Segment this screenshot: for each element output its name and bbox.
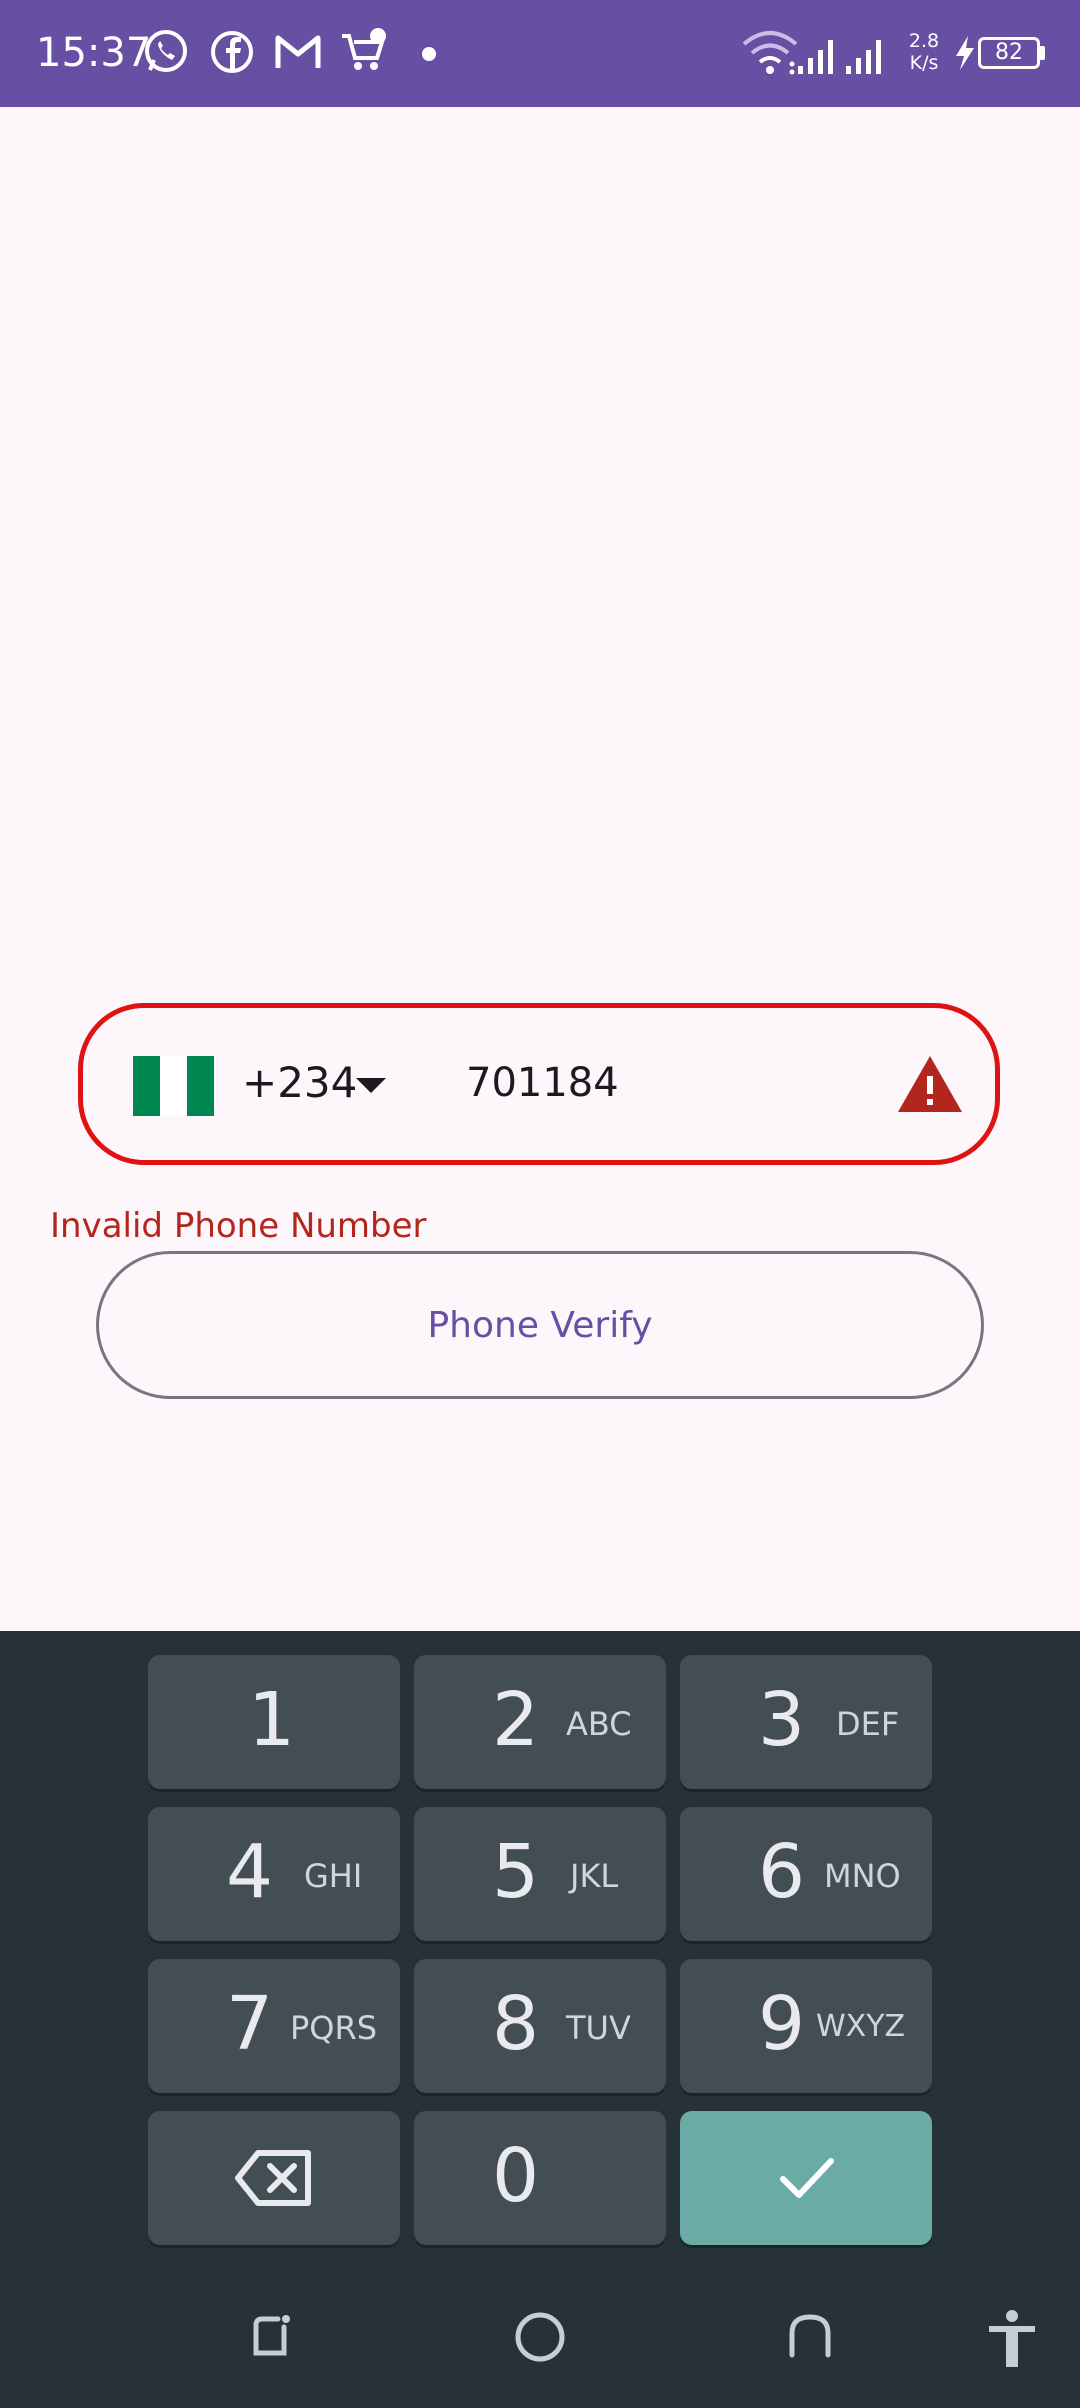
key-8[interactable]: 8 TUV bbox=[414, 1959, 666, 2093]
key-4[interactable]: 4 GHI bbox=[148, 1807, 400, 1941]
key-7[interactable]: 7 PQRS bbox=[148, 1959, 400, 2093]
key-3[interactable]: 3 DEF bbox=[680, 1655, 932, 1789]
key-6[interactable]: 6 MNO bbox=[680, 1807, 932, 1941]
status-bar: 15:37 2.8 K/s 82 bbox=[0, 0, 1080, 107]
error-message: Invalid Phone Number bbox=[50, 1206, 427, 1246]
network-speed: 2.8 K/s bbox=[906, 30, 942, 74]
home-icon[interactable] bbox=[512, 2309, 568, 2365]
key-1[interactable]: 1 bbox=[148, 1655, 400, 1789]
phone-number-input[interactable]: 701184 bbox=[466, 1060, 619, 1106]
back-icon[interactable] bbox=[784, 2309, 836, 2365]
key-9[interactable]: 9 WXYZ bbox=[680, 1959, 932, 2093]
backspace-key[interactable] bbox=[148, 2111, 400, 2245]
charging-bolt-icon bbox=[956, 36, 974, 70]
key-0[interactable]: 0 bbox=[414, 2111, 666, 2245]
nigeria-flag[interactable] bbox=[133, 1056, 214, 1116]
key-digit: 2 bbox=[492, 1677, 540, 1763]
accessibility-icon[interactable] bbox=[986, 2309, 1038, 2369]
error-warning-icon bbox=[898, 1056, 962, 1112]
key-digit: 5 bbox=[492, 1829, 540, 1915]
signal-sim1-icon bbox=[798, 40, 833, 74]
key-digit: 7 bbox=[226, 1981, 274, 2067]
key-letters: DEF bbox=[836, 1705, 900, 1743]
network-speed-value: 2.8 bbox=[908, 30, 940, 52]
facebook-icon bbox=[211, 31, 253, 73]
key-letters: ABC bbox=[566, 1705, 632, 1743]
status-time: 15:37 bbox=[36, 30, 152, 76]
key-letters: PQRS bbox=[290, 2009, 378, 2047]
key-digit: 3 bbox=[758, 1677, 806, 1763]
key-letters: MNO bbox=[824, 1857, 901, 1895]
done-key[interactable] bbox=[680, 2111, 932, 2245]
network-speed-unit: K/s bbox=[909, 52, 939, 74]
key-digit: 9 bbox=[758, 1981, 806, 2067]
key-2[interactable]: 2 ABC bbox=[414, 1655, 666, 1789]
battery-indicator: 82 bbox=[978, 37, 1040, 69]
key-digit: 0 bbox=[492, 2133, 540, 2219]
battery-tip bbox=[1040, 46, 1045, 60]
key-letters: JKL bbox=[570, 1857, 619, 1895]
backspace-icon bbox=[235, 2150, 311, 2206]
wifi-icon bbox=[742, 31, 798, 75]
signal-sim2-icon bbox=[846, 40, 881, 74]
key-digit: 8 bbox=[492, 1981, 540, 2067]
more-notifications-dot bbox=[422, 47, 436, 61]
country-dial-code[interactable]: +234 bbox=[242, 1058, 357, 1107]
key-5[interactable]: 5 JKL bbox=[414, 1807, 666, 1941]
key-letters: TUV bbox=[566, 2009, 631, 2047]
key-letters: GHI bbox=[304, 1857, 363, 1895]
key-digit: 1 bbox=[248, 1677, 296, 1763]
country-dropdown-arrow-icon[interactable] bbox=[356, 1078, 386, 1093]
recent-apps-icon[interactable] bbox=[244, 2309, 296, 2365]
gmail-icon bbox=[275, 35, 321, 68]
whatsapp-icon bbox=[145, 30, 187, 72]
key-digit: 4 bbox=[226, 1829, 274, 1915]
key-letters: WXYZ bbox=[816, 2009, 906, 2044]
phone-verify-button[interactable]: Phone Verify bbox=[96, 1251, 984, 1399]
key-digit: 6 bbox=[758, 1829, 806, 1915]
shopping-cart-icon bbox=[342, 28, 386, 70]
checkmark-icon bbox=[780, 2158, 834, 2198]
